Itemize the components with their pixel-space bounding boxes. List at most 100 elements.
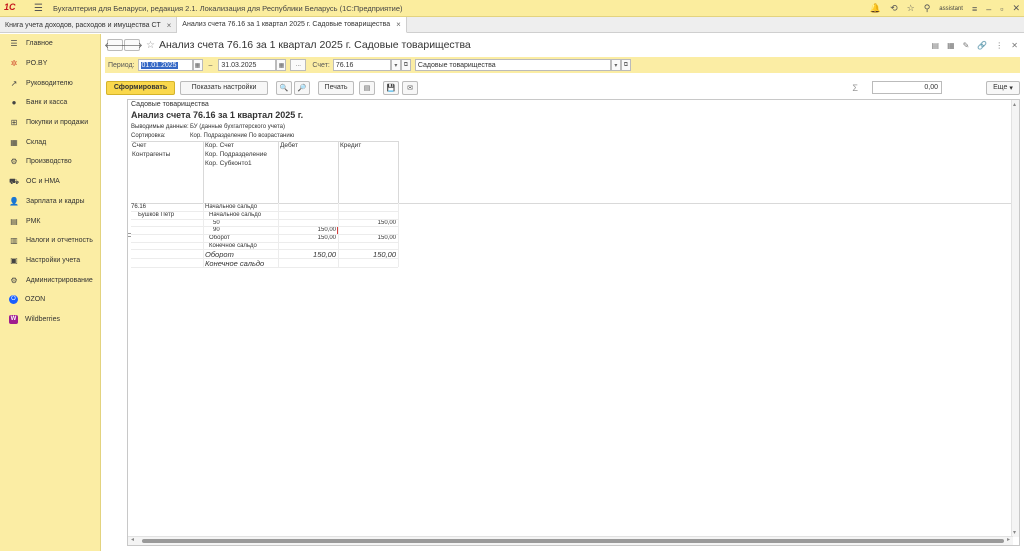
forward-button[interactable]: 🡒 xyxy=(121,39,143,51)
date-from-field[interactable]: 01.01.2025 xyxy=(137,59,193,71)
close-icon[interactable]: ✕ xyxy=(1012,3,1020,14)
preview-icon: ▤ xyxy=(363,84,371,92)
sidebar-item-accounting-settings[interactable]: ▣ Настройки учета xyxy=(0,251,100,271)
sidebar-item-main[interactable]: ☰ Главное xyxy=(0,34,100,54)
main-area: 🡐 🡒 ☆ Анализ счета 76.16 за 1 квартал 20… xyxy=(102,34,1024,551)
period-select-button[interactable]: ... xyxy=(290,59,307,71)
scroll-down-icon[interactable]: ▾ xyxy=(1013,529,1016,536)
settings-menu-icon[interactable]: ≡ xyxy=(972,4,977,14)
report-title: Анализ счета 76.16 за 1 квартал 2025 г. xyxy=(131,110,304,120)
col-sep xyxy=(398,203,399,267)
sidebar-item-label: РМК xyxy=(26,217,41,225)
sidebar-item-manager[interactable]: ↗ Руководителю xyxy=(0,73,100,93)
save-button[interactable]: 💾 xyxy=(383,80,399,95)
sum-field: 0,00 xyxy=(872,81,942,94)
horizontal-scrollbar[interactable]: ◂ ▸ xyxy=(128,536,1013,545)
tab-label: Книга учета доходов, расходов и имуществ… xyxy=(5,21,161,29)
col-sep xyxy=(338,203,339,267)
sidebar-item-ozon[interactable]: O OZON xyxy=(0,290,100,310)
sidebar-item-label: Производство xyxy=(26,158,72,166)
account-field[interactable]: 76.16 xyxy=(332,59,391,71)
chart-icon: ↗ xyxy=(10,78,18,88)
find-next-button[interactable]: 🔎 xyxy=(294,80,310,95)
report-document[interactable]: Садовые товарищества Анализ счета 76.16 … xyxy=(127,99,1020,546)
link-icon[interactable]: 🔗 xyxy=(977,41,987,50)
edit-icon[interactable]: ✎ xyxy=(963,41,970,50)
show-settings-button[interactable]: Показать настройки xyxy=(180,80,268,95)
print-button[interactable]: Печать xyxy=(318,80,354,95)
sidebar-item-label: Руководителю xyxy=(26,79,73,87)
sidebar-item-production[interactable]: ⚙ Производство xyxy=(0,152,100,172)
tab-label: Анализ счета 76.16 за 1 квартал 2025 г. … xyxy=(182,21,391,28)
close-form-icon[interactable]: ✕ xyxy=(1011,41,1018,50)
more-vert-icon[interactable]: ⋮ xyxy=(995,41,1003,50)
col-sep xyxy=(203,203,204,267)
calendar-icon: ▦ xyxy=(194,62,201,69)
restore-icon[interactable]: ▫ xyxy=(1000,4,1003,14)
more-button[interactable]: Еще ▾ xyxy=(986,80,1020,95)
account-dropdown-button[interactable]: ▾ xyxy=(390,59,401,71)
sort-label: Сортировка: xyxy=(131,133,166,139)
user-name[interactable]: assistant xyxy=(939,6,963,12)
tab-analysis[interactable]: Анализ счета 76.16 за 1 квартал 2025 г. … xyxy=(177,17,407,33)
find-button[interactable]: 🔍 xyxy=(276,80,292,95)
favorite-star-icon[interactable]: ☆ xyxy=(146,40,155,51)
row-contractor: Бушков Петр xyxy=(138,212,175,218)
tab-book[interactable]: Книга учета доходов, расходов и имуществ… xyxy=(0,17,178,33)
sidebar-item-purchases[interactable]: ⊞ Покупки и продажи xyxy=(0,113,100,133)
report-settings-icon[interactable]: ▤ xyxy=(932,41,940,50)
row-turnover-credit: 150,00 xyxy=(377,235,396,241)
row-line xyxy=(131,267,398,268)
search-icon[interactable]: ⚲ xyxy=(924,3,931,14)
sort-value: Кор. Подразделение По возрастанию xyxy=(190,133,295,139)
generate-button[interactable]: Сформировать xyxy=(106,80,175,95)
row-line xyxy=(131,219,398,220)
calendar-from-button[interactable]: ▦ xyxy=(192,59,203,71)
scroll-left-icon[interactable]: ◂ xyxy=(131,536,134,543)
close-tab-icon[interactable]: × xyxy=(396,20,401,29)
sidebar-item-wildberries[interactable]: W Wildberries xyxy=(0,310,100,330)
sidebar-item-poby[interactable]: ✲ PO.BY xyxy=(0,54,100,74)
tax-icon: ▥ xyxy=(10,236,18,246)
row-line xyxy=(131,234,398,235)
sidebar-item-taxes[interactable]: ▥ Налоги и отчетность xyxy=(0,231,100,251)
organization-dropdown-button[interactable]: ▾ xyxy=(610,59,621,71)
send-email-button[interactable]: ✉ xyxy=(402,80,418,95)
col-sep xyxy=(278,203,279,267)
sidebar-item-bank[interactable]: ● Банк и касса xyxy=(0,93,100,113)
main-menu-icon[interactable]: ☰ xyxy=(34,3,43,14)
header-bottom-line xyxy=(131,203,1013,204)
sidebar-item-rmk[interactable]: ▤ РМК xyxy=(0,211,100,231)
star-icon[interactable]: ☆ xyxy=(907,3,915,14)
sum-icon: Σ xyxy=(852,82,858,93)
organization-field[interactable]: Садовые товарищества xyxy=(414,59,611,71)
print-preview-icon[interactable]: ▦ xyxy=(947,41,955,50)
vertical-scrollbar[interactable]: ▴ ▾ xyxy=(1011,100,1019,537)
account-open-button[interactable]: ⧉ xyxy=(400,59,411,71)
close-tab-icon[interactable]: × xyxy=(167,21,172,30)
organization-open-button[interactable]: ⧉ xyxy=(620,59,631,71)
preview-button[interactable]: ▤ xyxy=(359,80,375,95)
sidebar-item-salary[interactable]: 👤 Зарплата и кадры xyxy=(0,192,100,212)
bell-icon[interactable]: 🔔 xyxy=(870,3,881,14)
sidebar-item-admin[interactable]: ⚙ Администрирование xyxy=(0,270,100,290)
bank-icon: ● xyxy=(11,98,17,108)
sidebar-item-warehouse[interactable]: ▦ Склад xyxy=(0,132,100,152)
col-sep xyxy=(203,141,204,203)
sun-icon: ✲ xyxy=(10,59,18,69)
scroll-up-icon[interactable]: ▴ xyxy=(1013,101,1016,108)
warehouse-icon: ▦ xyxy=(10,137,18,147)
horizontal-scroll-thumb[interactable] xyxy=(142,539,1004,543)
calendar-to-button[interactable]: ▦ xyxy=(276,59,287,71)
sidebar-item-assets[interactable]: ⛟ ОС и НМА xyxy=(0,172,100,192)
ozon-icon: O xyxy=(9,295,18,305)
history-icon[interactable]: ⟲ xyxy=(890,3,898,14)
date-to-field[interactable]: 31.03.2025 xyxy=(218,59,277,71)
scroll-right-icon[interactable]: ▸ xyxy=(1007,536,1010,543)
search-next-icon: 🔎 xyxy=(297,84,307,92)
sidebar-item-label: Склад xyxy=(26,138,47,146)
col-sep xyxy=(398,141,399,203)
sidebar-item-label: Wildberries xyxy=(25,315,61,323)
minimize-icon[interactable]: – xyxy=(986,4,991,14)
calendar-icon: ▦ xyxy=(278,62,285,69)
